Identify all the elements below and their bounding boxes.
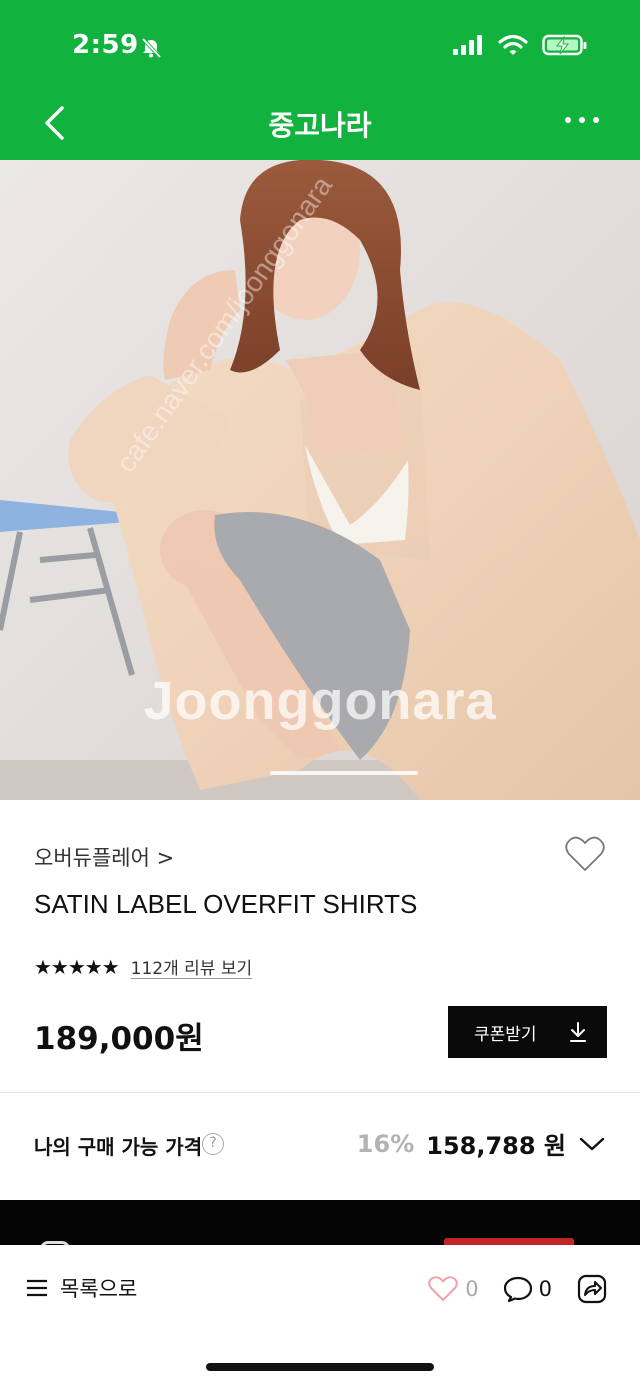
coupon-label: 쿠폰받기	[474, 1024, 537, 1045]
rating-row: ★★★★★ 112개 리뷰 보기	[34, 954, 252, 980]
list-button[interactable]: 목록으로	[26, 1273, 137, 1303]
help-icon[interactable]: ?	[202, 1133, 224, 1155]
my-price-row[interactable]: 나의 구매 가능 가격 ? 16% 158,788 원	[0, 1093, 640, 1199]
wifi-icon	[498, 34, 528, 55]
comment-button[interactable]: 0	[503, 1275, 552, 1303]
product-title: SATIN LABEL OVERFIT SHIRTS	[34, 889, 418, 919]
status-time: 2:59	[72, 30, 139, 60]
status-icons	[452, 34, 588, 56]
product-price: 189,000원	[34, 1021, 204, 1057]
carousel-indicator	[270, 771, 418, 775]
battery-charging-icon	[542, 34, 587, 56]
product-image[interactable]: cafe.naver.com/joonggonara Joonggonara	[0, 160, 640, 800]
my-price-label: 나의 구매 가능 가격	[34, 1135, 203, 1159]
product-info: 오버듀플레어 > SATIN LABEL OVERFIT SHIRTS ★★★★…	[0, 800, 640, 1096]
chevron-down-icon[interactable]	[578, 1135, 606, 1153]
chat-bubble-icon	[503, 1276, 532, 1303]
list-label: 목록으로	[60, 1277, 138, 1301]
bottom-action-bar: 목록으로 0 0	[0, 1245, 640, 1387]
like-button[interactable]: 0	[427, 1275, 479, 1303]
bottom-actions: 0 0	[427, 1273, 608, 1305]
signal-icon	[453, 35, 482, 55]
share-icon	[577, 1274, 607, 1304]
share-button[interactable]	[576, 1273, 608, 1305]
discounted-price: 158,788 원	[426, 1132, 566, 1160]
comment-count: 0	[538, 1277, 552, 1301]
hero-watermark: Joonggonara	[143, 671, 497, 731]
discount-rate: 16%	[356, 1129, 415, 1158]
star-rating: ★★★★★	[34, 954, 120, 979]
like-count: 0	[465, 1277, 479, 1301]
top-app-bar: 2:59 중고나라	[0, 0, 640, 160]
more-options-icon[interactable]	[564, 111, 600, 129]
my-price-values: 16% 158,788 원	[357, 1126, 606, 1161]
menu-icon	[27, 1279, 47, 1297]
page-title: 중고나라	[268, 109, 372, 142]
heart-icon[interactable]	[564, 834, 606, 874]
coupon-button[interactable]: 쿠폰받기	[448, 1006, 607, 1058]
review-link[interactable]: 112개 리뷰 보기	[131, 954, 252, 979]
brand-link[interactable]: 오버듀플레어 >	[34, 842, 174, 872]
home-indicator	[206, 1363, 434, 1371]
promo-banner	[0, 1200, 640, 1248]
bell-muted-icon	[141, 37, 162, 59]
heart-outline-icon	[428, 1276, 458, 1301]
download-icon	[570, 1022, 586, 1042]
